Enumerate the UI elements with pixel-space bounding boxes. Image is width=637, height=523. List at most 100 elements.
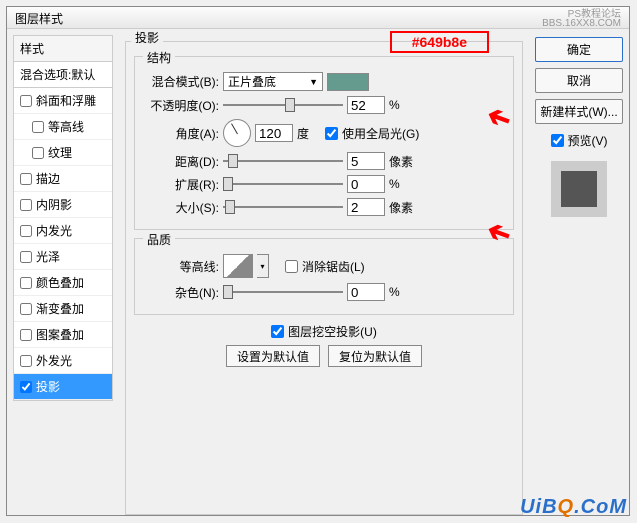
style-item-4[interactable]: 内阴影 <box>14 192 112 218</box>
watermark-top: PS教程论坛 BBS.16XX8.COM <box>542 10 621 25</box>
preview-row: 预览(V) <box>535 132 623 149</box>
opacity-slider[interactable] <box>223 96 343 114</box>
size-row: 大小(S): 像素 <box>143 198 505 216</box>
opacity-input[interactable] <box>347 96 385 114</box>
style-item-10[interactable]: 外发光 <box>14 348 112 374</box>
cancel-button[interactable]: 取消 <box>535 68 623 93</box>
style-item-9[interactable]: 图案叠加 <box>14 322 112 348</box>
dialog-content: 样式 混合选项:默认 斜面和浮雕等高线纹理描边内阴影内发光光泽颜色叠加渐变叠加图… <box>7 29 629 515</box>
global-light-label: 使用全局光(G) <box>342 125 419 142</box>
style-checkbox[interactable] <box>20 381 32 393</box>
spread-slider[interactable] <box>223 175 343 193</box>
style-item-5[interactable]: 内发光 <box>14 218 112 244</box>
global-light-checkbox[interactable] <box>325 127 338 140</box>
angle-unit: 度 <box>297 125 321 142</box>
style-checkbox[interactable] <box>20 199 32 211</box>
style-checkbox[interactable] <box>20 225 32 237</box>
titlebar: 图层样式 PS教程论坛 BBS.16XX8.COM <box>7 7 629 29</box>
preview-thumbnail <box>561 171 597 207</box>
style-checkbox[interactable] <box>20 251 32 263</box>
distance-slider[interactable] <box>223 152 343 170</box>
style-checkbox[interactable] <box>20 173 32 185</box>
structure-legend: 结构 <box>143 49 175 66</box>
style-checkbox[interactable] <box>20 277 32 289</box>
panel-box: 结构 混合模式(B): 正片叠底 ▼ 不透明度(O): % <box>125 41 523 515</box>
angle-label: 角度(A): <box>143 125 219 142</box>
style-item-6[interactable]: 光泽 <box>14 244 112 270</box>
styles-panel: 样式 混合选项:默认 斜面和浮雕等高线纹理描边内阴影内发光光泽颜色叠加渐变叠加图… <box>7 29 119 515</box>
antialias-checkbox[interactable] <box>285 260 298 273</box>
quality-legend: 品质 <box>143 231 175 248</box>
style-item-11[interactable]: 投影 <box>14 374 112 400</box>
blend-mode-row: 混合模式(B): 正片叠底 ▼ <box>143 72 505 91</box>
layer-style-dialog: 图层样式 PS教程论坛 BBS.16XX8.COM 样式 混合选项:默认 斜面和… <box>6 6 630 516</box>
ok-button[interactable]: 确定 <box>535 37 623 62</box>
style-label: 图案叠加 <box>36 326 84 343</box>
new-style-button[interactable]: 新建样式(W)... <box>535 99 623 124</box>
style-checkbox[interactable] <box>32 121 44 133</box>
right-panel: 确定 取消 新建样式(W)... 预览(V) <box>529 29 629 515</box>
reset-default-button[interactable]: 复位为默认值 <box>328 345 422 367</box>
structure-fieldset: 结构 混合模式(B): 正片叠底 ▼ 不透明度(O): % <box>134 56 514 230</box>
make-default-button[interactable]: 设置为默认值 <box>226 345 320 367</box>
style-item-7[interactable]: 颜色叠加 <box>14 270 112 296</box>
knockout-checkbox[interactable] <box>271 325 284 338</box>
dialog-title: 图层样式 <box>15 10 63 25</box>
noise-unit: % <box>389 285 413 299</box>
size-input[interactable] <box>347 198 385 216</box>
style-label: 光泽 <box>36 248 60 265</box>
opacity-label: 不透明度(O): <box>143 97 219 114</box>
angle-dial[interactable] <box>223 119 251 147</box>
noise-row: 杂色(N): % <box>143 283 505 301</box>
style-checkbox[interactable] <box>32 147 44 159</box>
spread-input[interactable] <box>347 175 385 193</box>
panel-title: 投影 <box>131 29 163 46</box>
contour-dropdown[interactable]: ▾ <box>257 254 269 278</box>
style-checkbox[interactable] <box>20 355 32 367</box>
color-annotation: #649b8e <box>390 31 489 53</box>
quality-fieldset: 品质 等高线: ▾ 消除锯齿(L) 杂色(N): % <box>134 238 514 315</box>
style-checkbox[interactable] <box>20 329 32 341</box>
style-label: 外发光 <box>36 352 72 369</box>
color-swatch[interactable] <box>327 73 369 91</box>
defaults-row: 设置为默认值 复位为默认值 <box>134 345 514 367</box>
noise-slider[interactable] <box>223 283 343 301</box>
style-label: 斜面和浮雕 <box>36 92 96 109</box>
style-item-8[interactable]: 渐变叠加 <box>14 296 112 322</box>
style-checkbox[interactable] <box>20 303 32 315</box>
styles-list: 样式 混合选项:默认 斜面和浮雕等高线纹理描边内阴影内发光光泽颜色叠加渐变叠加图… <box>13 35 113 401</box>
style-label: 投影 <box>36 378 60 395</box>
contour-picker[interactable] <box>223 254 253 278</box>
blend-mode-label: 混合模式(B): <box>143 73 219 90</box>
size-slider[interactable] <box>223 198 343 216</box>
contour-label: 等高线: <box>143 258 219 275</box>
style-label: 描边 <box>36 170 60 187</box>
angle-row: 角度(A): 度 使用全局光(G) <box>143 119 505 147</box>
chevron-down-icon: ▼ <box>309 77 318 87</box>
preview-checkbox[interactable] <box>551 134 564 147</box>
bottom-watermark: UiBQ.CoM <box>520 496 627 519</box>
styles-header[interactable]: 样式 <box>14 36 112 62</box>
opacity-unit: % <box>389 98 413 112</box>
center-panel: 投影 #649b8e 结构 混合模式(B): 正片叠底 ▼ 不透明度(O): <box>119 29 529 515</box>
style-item-2[interactable]: 纹理 <box>14 140 112 166</box>
size-label: 大小(S): <box>143 199 219 216</box>
style-label: 等高线 <box>48 118 84 135</box>
angle-input[interactable] <box>255 124 293 142</box>
spread-label: 扩展(R): <box>143 176 219 193</box>
style-checkbox[interactable] <box>20 95 32 107</box>
distance-label: 距离(D): <box>143 153 219 170</box>
blend-mode-select[interactable]: 正片叠底 ▼ <box>223 72 323 91</box>
noise-input[interactable] <box>347 283 385 301</box>
style-item-3[interactable]: 描边 <box>14 166 112 192</box>
style-item-0[interactable]: 斜面和浮雕 <box>14 88 112 114</box>
knockout-row: 图层挖空投影(U) <box>134 323 514 340</box>
noise-label: 杂色(N): <box>143 284 219 301</box>
style-item-1[interactable]: 等高线 <box>14 114 112 140</box>
blending-options[interactable]: 混合选项:默认 <box>14 62 112 88</box>
distance-input[interactable] <box>347 152 385 170</box>
distance-row: 距离(D): 像素 <box>143 152 505 170</box>
opacity-row: 不透明度(O): % <box>143 96 505 114</box>
style-label: 颜色叠加 <box>36 274 84 291</box>
style-label: 内阴影 <box>36 196 72 213</box>
